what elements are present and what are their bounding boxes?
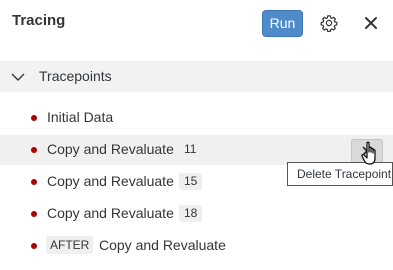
tracepoint-label: Copy and Revaluate [99, 237, 226, 253]
tracepoints-section-header[interactable]: Tracepoints [0, 61, 393, 92]
tracepoint-dot-icon [31, 243, 37, 249]
tracepoint-label: Copy and Revaluate [47, 141, 174, 157]
page-title: Tracing [12, 12, 66, 29]
chevron-down-icon[interactable] [11, 70, 25, 84]
section-label: Tracepoints [39, 68, 112, 84]
tracepoint-label: Initial Data [47, 109, 114, 125]
settings-button[interactable] [318, 12, 340, 34]
close-button[interactable] [360, 12, 382, 34]
tracepoint-label: Copy and Revaluate [47, 205, 174, 221]
tracing-panel: Tracing Run Tracepoints Initial Data Cop… [0, 0, 393, 270]
tracepoint-position-badge: AFTER [46, 236, 94, 254]
gear-icon [320, 15, 338, 32]
tracepoint-dot-icon [31, 147, 37, 153]
tracepoint-label: Copy and Revaluate [47, 173, 174, 189]
tracepoint-dot-icon [31, 179, 37, 185]
tracepoint-dot-icon [31, 115, 37, 121]
tracepoint-count-badge: 15 [179, 173, 203, 190]
tracepoint-item[interactable]: AFTER Copy and Revaluate [0, 231, 393, 261]
tracepoint-dot-icon [31, 211, 37, 217]
tracepoint-count-badge: 11 [179, 141, 202, 158]
tracepoint-item[interactable]: Initial Data [0, 103, 393, 133]
run-button[interactable]: Run [262, 10, 303, 37]
tracepoint-count-badge: 18 [179, 205, 203, 222]
hand-cursor-icon [361, 141, 376, 165]
tracepoint-item[interactable]: Copy and Revaluate 18 [0, 199, 393, 229]
close-icon [365, 17, 377, 29]
panel-header: Tracing Run [0, 0, 393, 46]
tracepoint-item[interactable]: Copy and Revaluate 11 [0, 135, 393, 165]
